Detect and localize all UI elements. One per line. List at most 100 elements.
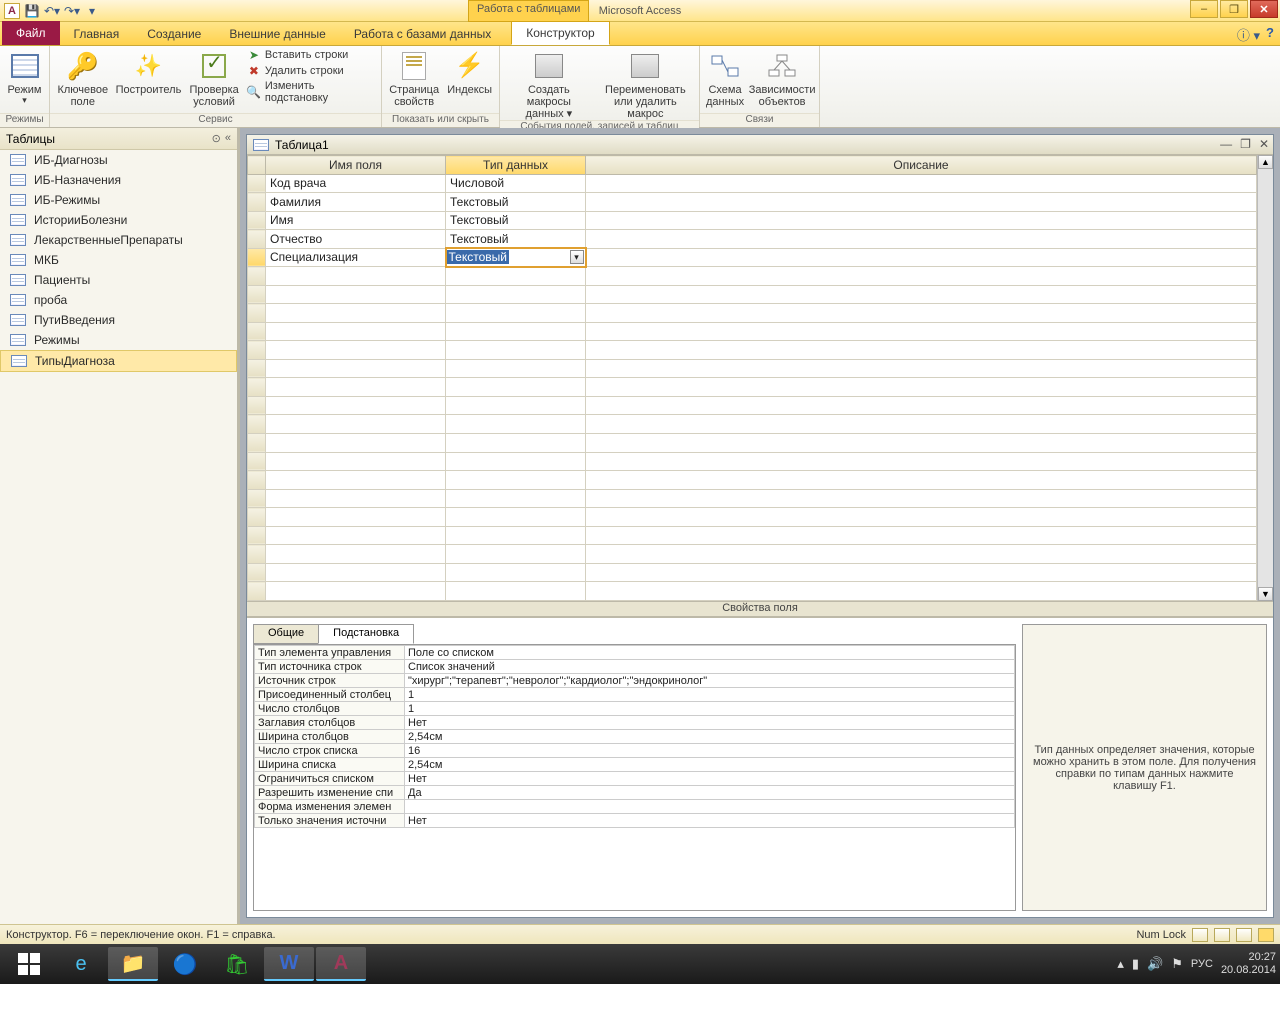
property-row[interactable]: Только значения источниНет	[255, 814, 1015, 828]
tab-home[interactable]: Главная	[60, 23, 134, 45]
help-icon[interactable]: ?	[1266, 25, 1274, 44]
field-row-empty[interactable]	[248, 563, 1257, 582]
property-row[interactable]: Форма изменения элемен	[255, 800, 1015, 814]
tab-general[interactable]: Общие	[253, 624, 319, 644]
field-row[interactable]: ИмяТекстовый	[248, 211, 1257, 230]
taskbar-word-button[interactable]: W	[264, 947, 314, 981]
tab-create[interactable]: Создание	[133, 23, 215, 45]
property-row[interactable]: Источник строк"хирург";"терапевт";"невро…	[255, 674, 1015, 688]
app-icon[interactable]: A	[4, 3, 20, 19]
field-row-empty[interactable]	[248, 322, 1257, 341]
datatype-combo[interactable]: Текстовый▾	[447, 249, 585, 266]
nav-collapse-icon[interactable]: «	[225, 132, 231, 145]
vertical-scrollbar[interactable]: ▲ ▼	[1257, 155, 1273, 601]
field-row[interactable]: ФамилияТекстовый	[248, 193, 1257, 212]
tab-design[interactable]: Конструктор	[511, 21, 609, 45]
field-row-empty[interactable]	[248, 285, 1257, 304]
redo-icon[interactable]: ↷▾	[64, 3, 80, 19]
view-datasheet-button[interactable]	[1192, 928, 1208, 942]
property-row[interactable]: Тип элемента управленияПоле со списком	[255, 646, 1015, 660]
indexes-button[interactable]: ⚡ Индексы	[446, 48, 493, 96]
field-row-empty[interactable]	[248, 582, 1257, 601]
builder-button[interactable]: ✨ Построитель	[116, 48, 182, 96]
field-row-empty[interactable]	[248, 359, 1257, 378]
nav-table-item[interactable]: Режимы	[0, 330, 237, 350]
property-row[interactable]: Разрешить изменение спиДа	[255, 786, 1015, 800]
doc-minimize-icon[interactable]: —	[1220, 137, 1232, 151]
nav-header[interactable]: Таблицы ⊙«	[0, 128, 237, 150]
property-row[interactable]: Заглавия столбцовНет	[255, 716, 1015, 730]
nav-table-item[interactable]: ИБ-Диагнозы	[0, 150, 237, 170]
tray-up-icon[interactable]: ▴	[1117, 956, 1124, 972]
insert-rows-button[interactable]: ➤Вставить строки	[247, 48, 375, 62]
chevron-down-icon[interactable]: ▾	[570, 250, 584, 264]
nav-table-item[interactable]: ИБ-Назначения	[0, 170, 237, 190]
property-row[interactable]: Число столбцов1	[255, 702, 1015, 716]
rename-delete-macro-button[interactable]: Переименовать или удалить макрос	[598, 48, 693, 120]
minimize-button[interactable]: –	[1190, 0, 1218, 18]
doc-restore-icon[interactable]: ❐	[1240, 137, 1251, 151]
scroll-up-icon[interactable]: ▲	[1258, 155, 1273, 169]
field-row-empty[interactable]	[248, 304, 1257, 323]
tray-clock[interactable]: 20:27 20.08.2014	[1221, 951, 1276, 977]
nav-search-icon[interactable]: ⊙	[212, 132, 221, 145]
taskbar-explorer-button[interactable]: 📁	[108, 947, 158, 981]
property-grid[interactable]: Тип элемента управленияПоле со спискомТи…	[253, 644, 1016, 911]
taskbar-chrome-button[interactable]: 🔵	[160, 947, 210, 981]
field-row-empty[interactable]	[248, 489, 1257, 508]
nav-table-item[interactable]: МКБ	[0, 250, 237, 270]
object-deps-button[interactable]: Зависимости объектов	[750, 48, 814, 108]
field-row-empty[interactable]	[248, 341, 1257, 360]
tray-network-icon[interactable]: ▮	[1132, 956, 1139, 972]
nav-table-item[interactable]: Пациенты	[0, 270, 237, 290]
primary-key-button[interactable]: 🔑 Ключевое поле	[56, 48, 110, 108]
view-chart-button[interactable]	[1236, 928, 1252, 942]
field-row-empty[interactable]	[248, 396, 1257, 415]
property-row[interactable]: Ширина столбцов2,54см	[255, 730, 1015, 744]
property-row[interactable]: Присоединенный столбец1	[255, 688, 1015, 702]
nav-table-item[interactable]: ПутиВведения	[0, 310, 237, 330]
field-row-empty[interactable]	[248, 433, 1257, 452]
field-row-empty[interactable]	[248, 471, 1257, 490]
file-tab[interactable]: Файл	[2, 21, 60, 45]
undo-icon[interactable]: ↶▾	[44, 3, 60, 19]
close-button[interactable]: ✕	[1250, 0, 1278, 18]
view-button[interactable]: Режим ▾	[6, 48, 43, 106]
scroll-down-icon[interactable]: ▼	[1258, 587, 1273, 601]
property-row[interactable]: Ширина списка2,54см	[255, 758, 1015, 772]
view-pivot-button[interactable]	[1214, 928, 1230, 942]
field-row[interactable]: ОтчествоТекстовый	[248, 230, 1257, 249]
document-title-bar[interactable]: Таблица1 — ❐ ✕	[247, 135, 1273, 155]
field-row-empty[interactable]	[248, 508, 1257, 527]
doc-close-icon[interactable]: ✕	[1259, 137, 1269, 151]
qat-more-icon[interactable]: ▾	[84, 3, 100, 19]
view-design-button[interactable]	[1258, 928, 1274, 942]
delete-rows-button[interactable]: ✖Удалить строки	[247, 64, 375, 78]
field-row[interactable]: СпециализацияТекстовый▾	[248, 248, 1257, 267]
maximize-button[interactable]: ❐	[1220, 0, 1248, 18]
field-row-empty[interactable]	[248, 526, 1257, 545]
nav-table-item[interactable]: ИБ-Режимы	[0, 190, 237, 210]
modify-lookup-button[interactable]: 🔍Изменить подстановку	[247, 80, 375, 104]
tray-sound-icon[interactable]: 🔊	[1147, 956, 1163, 972]
field-row-empty[interactable]	[248, 378, 1257, 397]
tray-language[interactable]: РУС	[1191, 958, 1213, 970]
taskbar-access-button[interactable]: A	[316, 947, 366, 981]
field-grid[interactable]: Имя поляТип данныхОписаниеКод врачаЧисло…	[247, 155, 1273, 601]
nav-table-item[interactable]: ИсторииБолезни	[0, 210, 237, 230]
property-sheet-button[interactable]: Страница свойств	[388, 48, 440, 108]
field-row-empty[interactable]	[248, 545, 1257, 564]
validation-button[interactable]: Проверка условий	[187, 48, 241, 108]
start-button[interactable]	[4, 947, 54, 981]
field-row-empty[interactable]	[248, 415, 1257, 434]
nav-table-item[interactable]: ТипыДиагноза	[0, 350, 237, 372]
field-row-empty[interactable]	[248, 267, 1257, 286]
field-row[interactable]: Код врачаЧисловой	[248, 174, 1257, 193]
tab-db-tools[interactable]: Работа с базами данных	[340, 23, 505, 45]
nav-table-item[interactable]: проба	[0, 290, 237, 310]
relationships-button[interactable]: Схема данных	[706, 48, 744, 108]
tray-flag-icon[interactable]: ⚑	[1171, 956, 1183, 972]
property-row[interactable]: Число строк списка16	[255, 744, 1015, 758]
field-row-empty[interactable]	[248, 452, 1257, 471]
property-row[interactable]: Ограничиться спискомНет	[255, 772, 1015, 786]
